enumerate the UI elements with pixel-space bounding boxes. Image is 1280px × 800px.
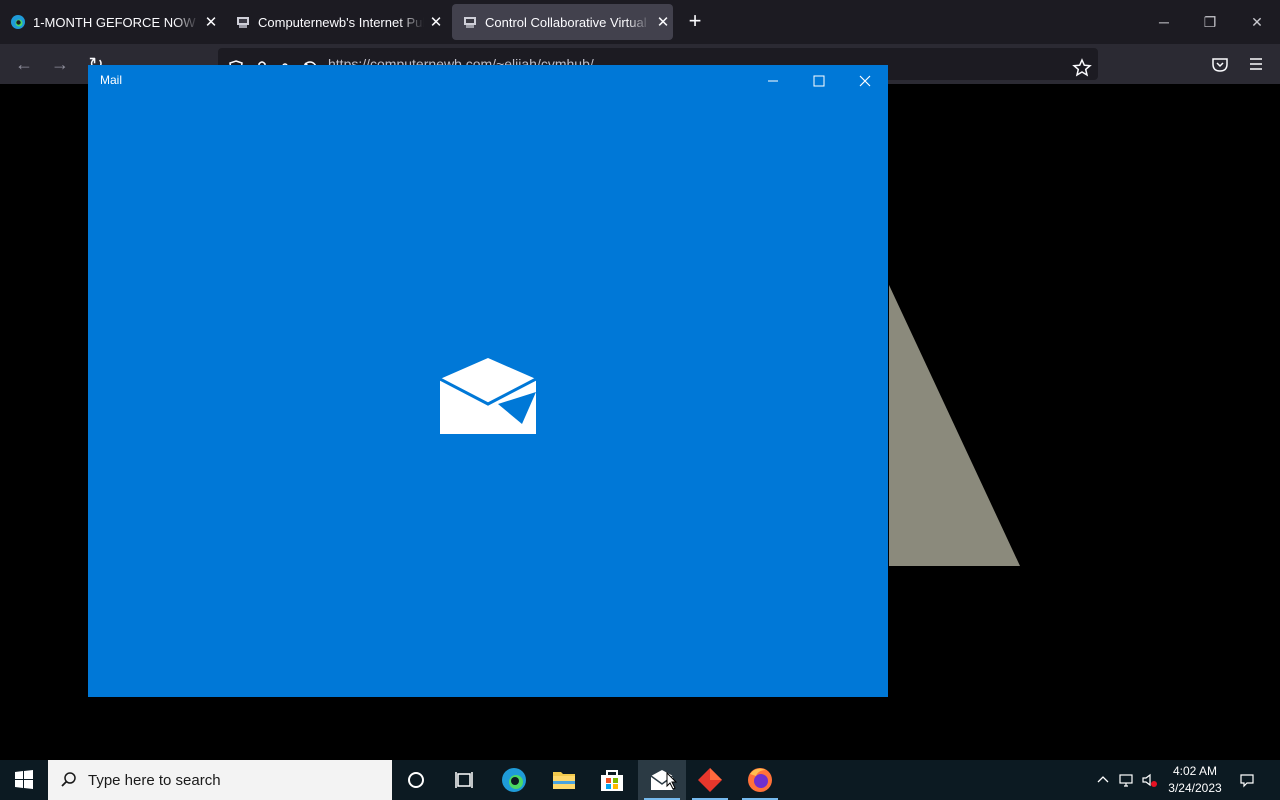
cortana-icon[interactable] — [392, 760, 440, 800]
action-center-icon[interactable] — [1239, 772, 1255, 788]
volume-muted-icon[interactable] — [1141, 772, 1157, 788]
mail-window-title: Mail — [100, 73, 123, 87]
network-icon[interactable] — [1118, 772, 1134, 788]
bookmark-star-icon[interactable] — [1070, 56, 1094, 80]
clock-time: 4:02 AM — [1172, 764, 1218, 778]
mail-minimize-button[interactable] — [750, 65, 796, 97]
taskbar-mail-button[interactable] — [638, 760, 686, 800]
pocket-icon[interactable] — [1208, 52, 1232, 76]
mail-window: Mail — [88, 65, 888, 697]
taskbar-search-box[interactable]: Type here to search — [48, 760, 392, 800]
taskbar-red-app-button[interactable] — [686, 760, 734, 800]
mail-icon — [650, 770, 674, 790]
browser-restore-button[interactable]: ❐ — [1198, 10, 1222, 34]
tab-title: 1-MONTH GEFORCE NOW PRIORITY — [33, 14, 199, 30]
browser-close-button[interactable]: ✕ — [1245, 10, 1269, 34]
tab-internet-pub-hub[interactable]: Computernewb's Internet Pub Hub ✕ — [225, 4, 447, 40]
browser-tab-bar: 1-MONTH GEFORCE NOW PRIORITY ✕ Computern… — [0, 0, 1280, 44]
taskbar: Type here to search 4:02 AM 3/24/2023 — [0, 760, 1280, 800]
search-placeholder: Type here to search — [88, 772, 221, 789]
show-hidden-icons-chevron-icon[interactable] — [1095, 772, 1111, 788]
hamburger-menu-icon[interactable] — [1244, 52, 1268, 76]
mail-maximize-button[interactable] — [796, 65, 842, 97]
file-explorer-icon[interactable] — [540, 760, 588, 800]
tab-control-collaborative-vm[interactable]: Control Collaborative Virtual Machine ✕ — [452, 4, 673, 40]
firefox-icon — [748, 768, 772, 792]
tab-title: Computernewb's Internet Pub Hub — [258, 14, 424, 30]
red-diamond-app-icon — [698, 768, 722, 792]
tab-geforce[interactable]: 1-MONTH GEFORCE NOW PRIORITY ✕ — [0, 4, 222, 40]
clock-date: 3/24/2023 — [1168, 781, 1222, 795]
edge-icon — [11, 15, 25, 29]
tab-title: Control Collaborative Virtual Machine — [485, 14, 651, 30]
close-tab-icon[interactable]: ✕ — [655, 13, 671, 31]
back-arrow-icon[interactable]: ← — [12, 52, 36, 76]
search-icon — [61, 772, 76, 787]
mouse-cursor-icon — [666, 772, 678, 790]
task-view-icon[interactable] — [440, 760, 488, 800]
computernewb-icon — [464, 17, 476, 28]
mail-splash-envelope-icon — [440, 358, 536, 434]
forward-arrow-icon[interactable]: → — [48, 52, 72, 76]
taskbar-firefox-button[interactable] — [736, 760, 784, 800]
browser-minimize-button[interactable]: ─ — [1152, 10, 1176, 34]
close-tab-icon[interactable]: ✕ — [203, 13, 219, 31]
computernewb-icon — [237, 17, 249, 28]
edge-icon[interactable] — [490, 760, 538, 800]
new-tab-button[interactable]: + — [684, 10, 706, 34]
system-clock[interactable]: 4:02 AM 3/24/2023 — [1164, 763, 1226, 797]
windows-start-icon[interactable] — [0, 760, 48, 800]
mail-close-button[interactable] — [842, 65, 888, 97]
close-tab-icon[interactable]: ✕ — [428, 13, 444, 31]
vm-desktop-shape — [889, 285, 1020, 566]
store-icon[interactable] — [588, 760, 636, 800]
